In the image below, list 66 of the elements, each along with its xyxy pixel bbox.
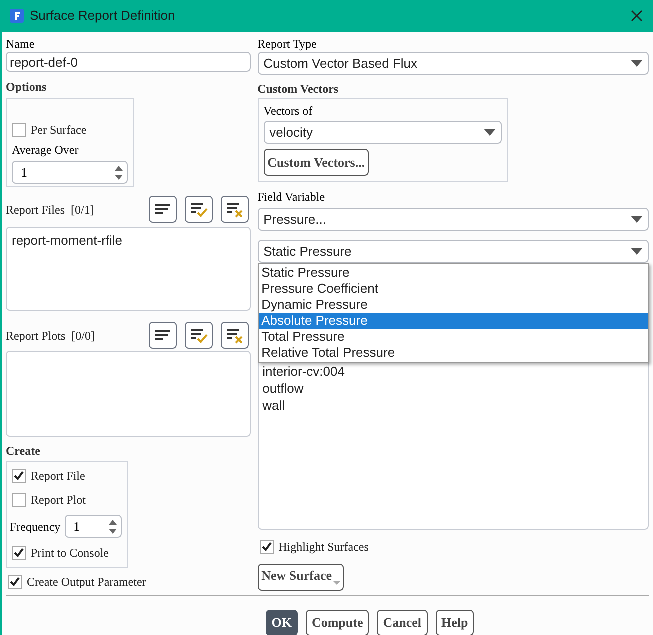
caret-icon bbox=[631, 248, 643, 255]
lines-check-icon bbox=[190, 202, 208, 218]
dropdown-option[interactable]: Relative Total Pressure bbox=[258, 345, 648, 361]
field-label: Name bbox=[6, 36, 36, 52]
checkbox-label: Highlight Surfaces bbox=[278, 539, 369, 556]
dropdown-option[interactable]: Total Pressure bbox=[258, 329, 648, 345]
list-item[interactable]: outflow bbox=[262, 380, 644, 397]
group-title: Options bbox=[6, 79, 48, 96]
number-spinner[interactable]: 1 bbox=[64, 515, 122, 538]
caret-icon bbox=[333, 581, 342, 585]
checkbox[interactable] bbox=[12, 469, 26, 483]
checkbox[interactable] bbox=[8, 575, 22, 589]
field-label: Vectors of bbox=[264, 103, 314, 120]
field-variable-dropdown[interactable]: Static Pressure bbox=[258, 240, 649, 263]
list-item[interactable]: wall bbox=[262, 397, 644, 414]
list-item[interactable]: interior-cv:004 bbox=[262, 363, 644, 380]
ok-button[interactable]: OK bbox=[266, 610, 298, 635]
window-title: Surface Report Definition bbox=[30, 7, 176, 26]
field-label: Average Over bbox=[12, 142, 80, 159]
checkbox[interactable] bbox=[12, 123, 26, 137]
list-label: Report Files [0/1] bbox=[6, 202, 94, 218]
caret-icon bbox=[631, 60, 643, 67]
number-spinner[interactable]: 1 bbox=[12, 161, 128, 184]
new-surface-button[interactable]: New Surface bbox=[258, 564, 344, 591]
close-icon[interactable] bbox=[631, 10, 643, 22]
checkbox-label: Print to Console bbox=[31, 545, 110, 562]
select-all-button[interactable] bbox=[148, 196, 177, 223]
report-type-dropdown[interactable]: Custom Vector Based Flux bbox=[258, 52, 649, 75]
group-title: Create bbox=[6, 443, 42, 460]
group-title: Custom Vectors bbox=[258, 81, 340, 98]
lines-x-icon bbox=[226, 202, 244, 218]
dialog-button[interactable]: Compute bbox=[306, 610, 370, 635]
lines-x-icon bbox=[226, 328, 244, 344]
caret-icon bbox=[484, 129, 496, 136]
custom-vectors-button[interactable]: Custom Vectors... bbox=[264, 149, 370, 176]
checkbox[interactable] bbox=[260, 540, 274, 554]
field-label: Field Variable bbox=[258, 189, 326, 206]
dropdown-option[interactable]: Static Pressure bbox=[258, 265, 648, 281]
dropdown-option[interactable]: Dynamic Pressure bbox=[258, 297, 648, 313]
vectors-of-dropdown[interactable]: velocity bbox=[264, 121, 502, 144]
caret-icon bbox=[631, 216, 643, 223]
checkbox-label: Create Output Parameter bbox=[27, 574, 146, 591]
checkbox-label: Report Plot bbox=[31, 492, 86, 509]
app-logo-icon bbox=[10, 9, 24, 23]
field-label: Report Type bbox=[258, 36, 318, 52]
select-checked-button[interactable] bbox=[184, 322, 213, 349]
dialog-button[interactable]: Help bbox=[436, 610, 474, 635]
checkbox[interactable] bbox=[12, 546, 26, 560]
dialog-button[interactable]: Cancel bbox=[377, 610, 428, 635]
deselect-button[interactable] bbox=[220, 322, 249, 349]
field-category-dropdown[interactable]: Pressure... bbox=[258, 208, 649, 231]
field-label: Frequency bbox=[10, 518, 61, 536]
lines-check-icon bbox=[190, 328, 208, 344]
checkbox[interactable] bbox=[12, 493, 26, 507]
checkbox-label: Report File bbox=[31, 468, 86, 485]
checkbox-label: Per Surface bbox=[31, 122, 87, 139]
spin-arrows-icon bbox=[108, 518, 118, 534]
dropdown-option[interactable]: Absolute Pressure bbox=[258, 313, 648, 329]
deselect-button[interactable] bbox=[220, 196, 249, 223]
name-field[interactable]: report-def-0 bbox=[6, 52, 251, 72]
list-item[interactable]: report-moment-rfile bbox=[12, 231, 245, 250]
select-all-button[interactable] bbox=[148, 322, 177, 349]
list-label: Report Plots [0/0] bbox=[6, 328, 95, 344]
select-checked-button[interactable] bbox=[184, 196, 213, 223]
spin-arrows-icon bbox=[114, 164, 124, 180]
dropdown-option[interactable]: Pressure Coefficient bbox=[258, 281, 648, 297]
